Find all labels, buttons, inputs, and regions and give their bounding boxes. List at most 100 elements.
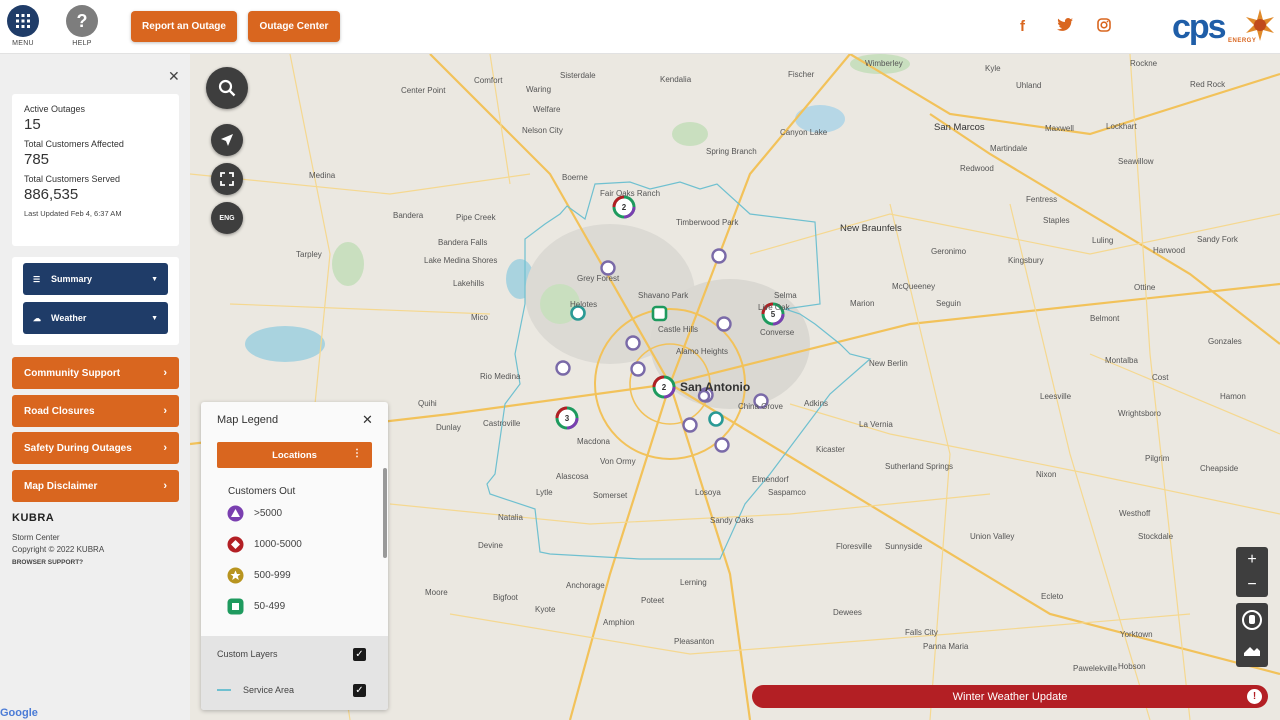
community-support-item[interactable]: Community Support › — [12, 357, 179, 389]
help-button[interactable]: ? HELP — [64, 5, 100, 47]
list-icon: ☰ — [33, 274, 41, 284]
summary-label: Summary — [51, 274, 93, 284]
place-label: New Braunfels — [840, 223, 902, 234]
gold-star-icon — [227, 567, 244, 583]
place-label: Macdona — [577, 437, 610, 446]
place-label: Spring Branch — [706, 147, 757, 156]
place-label: Union Valley — [970, 532, 1015, 541]
road-closures-label: Road Closures — [24, 405, 95, 417]
active-outages-value: 15 — [24, 116, 41, 133]
customers-affected-label: Total Customers Affected — [24, 139, 124, 149]
kubra-logo: KUBRA — [12, 512, 55, 524]
custom-layers-label: Custom Layers — [217, 649, 278, 659]
place-label: Geronimo — [931, 247, 967, 256]
place-label: Ecleto — [1041, 592, 1064, 601]
close-legend-icon[interactable]: ✕ — [362, 412, 373, 428]
place-label: Fair Oaks Ranch — [600, 189, 661, 198]
green-square-icon — [227, 598, 244, 614]
place-label: Mico — [471, 313, 488, 322]
browser-support-link[interactable]: BROWSER SUPPORT? — [12, 559, 83, 566]
place-label: Cheapside — [1200, 464, 1239, 473]
chevron-right-icon: › — [163, 442, 167, 454]
place-label: Seawillow — [1118, 157, 1154, 166]
road-closures-item[interactable]: Road Closures › — [12, 395, 179, 427]
sun-star-icon — [1246, 9, 1274, 41]
place-label: Floresville — [836, 542, 873, 551]
purple-triangle-icon — [227, 505, 244, 521]
place-label: Sutherland Springs — [885, 462, 954, 471]
layers-icon — [1242, 610, 1262, 656]
place-label: Yorktown — [1120, 630, 1153, 639]
legend-scrollbar[interactable] — [383, 468, 387, 558]
place-label: Kingsbury — [1008, 256, 1044, 265]
locations-dropdown[interactable]: Locations ⋮ — [217, 442, 372, 468]
map-disclaimer-label: Map Disclaimer — [24, 480, 98, 492]
custom-layers-checkbox[interactable]: ✓ — [353, 648, 366, 661]
locate-button[interactable] — [211, 124, 243, 156]
place-label: Pawelekville — [1073, 664, 1118, 673]
service-area-checkbox[interactable]: ✓ — [353, 684, 366, 697]
cloud-icon: ☁ — [33, 313, 41, 323]
zoom-out-button[interactable]: − — [1236, 572, 1268, 597]
search-button[interactable] — [206, 67, 248, 109]
place-label: Medina — [309, 171, 336, 180]
place-label: Pleasanton — [674, 637, 715, 646]
storm-center-text: Storm Center — [12, 533, 60, 542]
place-label: Comfort — [474, 76, 503, 85]
place-label: Natalia — [498, 513, 523, 522]
place-label: Losoya — [695, 488, 721, 497]
safety-during-outages-item[interactable]: Safety During Outages › — [12, 432, 179, 464]
customers-served-label: Total Customers Served — [24, 174, 121, 184]
place-label: Wimberley — [865, 59, 903, 68]
instagram-icon[interactable] — [1097, 18, 1111, 36]
place-label: Helotes — [570, 300, 598, 309]
map-disclaimer-item[interactable]: Map Disclaimer › — [12, 470, 179, 502]
place-label: Poteet — [641, 596, 665, 605]
place-label: Quihi — [418, 399, 437, 408]
close-panel-icon[interactable]: ✕ — [168, 68, 180, 85]
question-icon: ? — [66, 5, 98, 37]
twitter-icon[interactable] — [1057, 18, 1073, 36]
place-label: Bandera Falls — [438, 238, 488, 247]
place-label: Cost — [1152, 373, 1169, 382]
chevron-right-icon: › — [163, 405, 167, 417]
place-label: Uhland — [1016, 81, 1042, 90]
chevron-down-icon: ▼ — [151, 314, 158, 322]
outage-center-button[interactable]: Outage Center — [248, 11, 340, 42]
service-area-label: Service Area — [243, 685, 295, 695]
zoom-in-button[interactable]: + — [1236, 547, 1268, 572]
custom-layers-section: Custom Layers ✓ Service Area ✓ — [201, 636, 388, 710]
place-label: Selma — [774, 291, 797, 300]
layers-control[interactable] — [1236, 603, 1268, 667]
header: MENU ? HELP Report an Outage Outage Cent… — [0, 0, 1280, 54]
customers-served-value: 886,535 — [24, 186, 79, 203]
report-outage-button[interactable]: Report an Outage — [131, 11, 237, 42]
place-label: Luling — [1092, 236, 1114, 245]
winter-weather-banner[interactable]: Winter Weather Update ! — [752, 685, 1268, 708]
place-label: Wrightsboro — [1118, 409, 1161, 418]
menu-button[interactable]: MENU — [5, 5, 41, 47]
map-legend: Map Legend ✕ Locations ⋮ Customers Out >… — [201, 402, 388, 710]
red-diamond-icon — [227, 536, 244, 552]
cluster-count-1: 2 — [622, 203, 627, 212]
place-label: Timberwood Park — [676, 218, 739, 227]
place-label: Boerne — [562, 173, 588, 182]
fullscreen-button[interactable] — [211, 163, 243, 195]
summary-dropdown[interactable]: ☰ Summary ▼ — [23, 263, 168, 295]
legend-item-500-999: 500-999 — [227, 566, 291, 584]
zoom-control: + − — [1236, 547, 1268, 597]
place-label: McQueeney — [892, 282, 936, 291]
weather-dropdown[interactable]: ☁ Weather ▼ — [23, 302, 168, 334]
place-label: Welfare — [533, 105, 561, 114]
place-label: Ottine — [1134, 283, 1156, 292]
place-label: Seguin — [936, 299, 961, 308]
place-label: Sandy Oaks — [710, 516, 754, 525]
place-label: Kyote — [535, 605, 556, 614]
place-label: Maxwell — [1045, 124, 1074, 133]
place-label: Alascosa — [556, 472, 589, 481]
facebook-icon[interactable]: f — [1020, 18, 1025, 35]
language-button[interactable]: ENG — [211, 202, 243, 234]
place-label: Redwood — [960, 164, 994, 173]
locations-label: Locations — [272, 449, 317, 461]
customers-out-heading: Customers Out — [228, 486, 296, 497]
